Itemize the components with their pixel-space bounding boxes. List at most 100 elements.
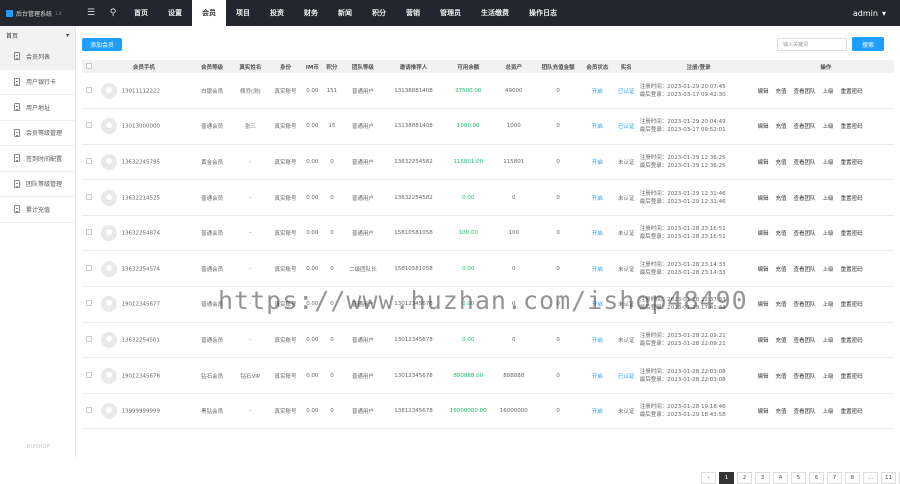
action-link[interactable]: 查看团队 [794,89,816,95]
action-link[interactable]: 重置密码 [841,89,863,95]
action-link[interactable]: 上级 [823,302,834,308]
row-checkbox[interactable] [86,300,93,307]
nav-item[interactable]: 管理员 [430,0,471,26]
action-link[interactable]: 重置密码 [841,231,863,237]
row-checkbox[interactable] [86,407,93,414]
menu-toggle-icon[interactable]: ☰ [80,0,102,26]
status-toggle[interactable]: 开启 [582,109,613,145]
page-button[interactable]: 2 [737,472,752,484]
action-link[interactable]: 充值 [776,267,787,273]
select-all-checkbox[interactable] [86,62,93,69]
action-link[interactable]: 上级 [823,124,834,130]
sidebar-item[interactable]: 团队等级管理 [0,172,75,197]
page-button[interactable]: 1 [719,472,734,484]
nav-item[interactable]: 会员 [192,0,226,26]
row-checkbox[interactable] [86,264,93,271]
status-toggle[interactable]: 开启 [582,322,613,358]
status-toggle[interactable]: 开启 [582,358,613,394]
action-link[interactable]: 充值 [776,231,787,237]
status-toggle[interactable]: 开启 [582,215,613,251]
status-toggle[interactable]: 开启 [582,144,613,180]
sidebar-item[interactable]: 会员等级管理 [0,121,75,146]
row-checkbox[interactable] [86,371,93,378]
sidebar-header[interactable]: 首页 ▾ [0,26,75,44]
row-checkbox[interactable] [86,157,93,164]
page-button[interactable]: ‹ [701,472,716,484]
sidebar-item[interactable]: 用户地址 [0,95,75,121]
row-checkbox[interactable] [86,86,93,93]
action-link[interactable]: 编辑 [758,302,769,308]
action-link[interactable]: 编辑 [758,231,769,237]
action-link[interactable]: 上级 [823,160,834,166]
action-link[interactable]: 上级 [823,231,834,237]
search-input[interactable]: 输入关键词 [777,38,847,51]
action-link[interactable]: 编辑 [758,267,769,273]
action-link[interactable]: 上级 [823,374,834,380]
action-link[interactable]: 充值 [776,409,787,415]
action-link[interactable]: 充值 [776,338,787,344]
action-link[interactable]: 上级 [823,89,834,95]
nav-item[interactable]: 项目 [226,0,260,26]
status-toggle[interactable]: 开启 [582,393,613,429]
nav-item[interactable]: 积分 [362,0,396,26]
action-link[interactable]: 编辑 [758,124,769,130]
add-member-button[interactable]: 添加会员 [82,38,123,51]
search-button[interactable]: 搜索 [852,37,884,51]
search-icon[interactable]: ⚲ [102,0,124,26]
row-checkbox[interactable] [86,229,93,236]
action-link[interactable]: 查看团队 [794,267,816,273]
action-link[interactable]: 查看团队 [794,196,816,202]
status-toggle[interactable]: 开启 [582,73,613,109]
action-link[interactable]: 查看团队 [794,338,816,344]
action-link[interactable]: 重置密码 [841,302,863,308]
action-link[interactable]: 重置密码 [841,338,863,344]
nav-item[interactable]: 投资 [260,0,294,26]
row-checkbox[interactable] [86,335,93,342]
action-link[interactable]: 重置密码 [841,267,863,273]
status-toggle[interactable]: 开启 [582,180,613,216]
action-link[interactable]: 编辑 [758,338,769,344]
page-button[interactable]: 4 [773,472,788,484]
action-link[interactable]: 编辑 [758,409,769,415]
nav-item[interactable]: 生活缴费 [471,0,519,26]
action-link[interactable]: 查看团队 [794,374,816,380]
action-link[interactable]: 重置密码 [841,409,863,415]
action-link[interactable]: 查看团队 [794,160,816,166]
action-link[interactable]: 上级 [823,338,834,344]
nav-item[interactable]: 财务 [294,0,328,26]
action-link[interactable]: 查看团队 [794,409,816,415]
sidebar-item[interactable]: 会员列表 [0,44,75,70]
action-link[interactable]: 编辑 [758,160,769,166]
action-link[interactable]: 查看团队 [794,231,816,237]
action-link[interactable]: 上级 [823,267,834,273]
page-button[interactable]: 3 [755,472,770,484]
nav-item[interactable]: 营销 [396,0,430,26]
nav-item[interactable]: 操作日志 [519,0,567,26]
action-link[interactable]: 充值 [776,374,787,380]
action-link[interactable]: 重置密码 [841,196,863,202]
page-button[interactable]: 8 [845,472,860,484]
row-checkbox[interactable] [86,122,93,129]
sidebar-item[interactable]: 用户银行卡 [0,70,75,95]
page-button[interactable]: 11 [881,472,896,484]
action-link[interactable]: 充值 [776,160,787,166]
action-link[interactable]: 上级 [823,196,834,202]
page-button[interactable]: 6 [809,472,824,484]
action-link[interactable]: 重置密码 [841,124,863,130]
action-link[interactable]: 充值 [776,196,787,202]
action-link[interactable]: 查看团队 [794,124,816,130]
page-button[interactable]: 7 [827,472,842,484]
page-button[interactable]: … [863,472,878,484]
sidebar-item[interactable]: 签到时间配置 [0,146,75,172]
sidebar-item[interactable]: 累计充值 [0,197,75,223]
action-link[interactable]: 充值 [776,124,787,130]
action-link[interactable]: 编辑 [758,374,769,380]
action-link[interactable]: 编辑 [758,89,769,95]
nav-item[interactable]: 新闻 [328,0,362,26]
action-link[interactable]: 查看团队 [794,302,816,308]
row-checkbox[interactable] [86,193,93,200]
action-link[interactable]: 编辑 [758,196,769,202]
app-logo[interactable]: 后台管理系统 1.0 [0,9,80,18]
action-link[interactable]: 充值 [776,302,787,308]
action-link[interactable]: 重置密码 [841,160,863,166]
